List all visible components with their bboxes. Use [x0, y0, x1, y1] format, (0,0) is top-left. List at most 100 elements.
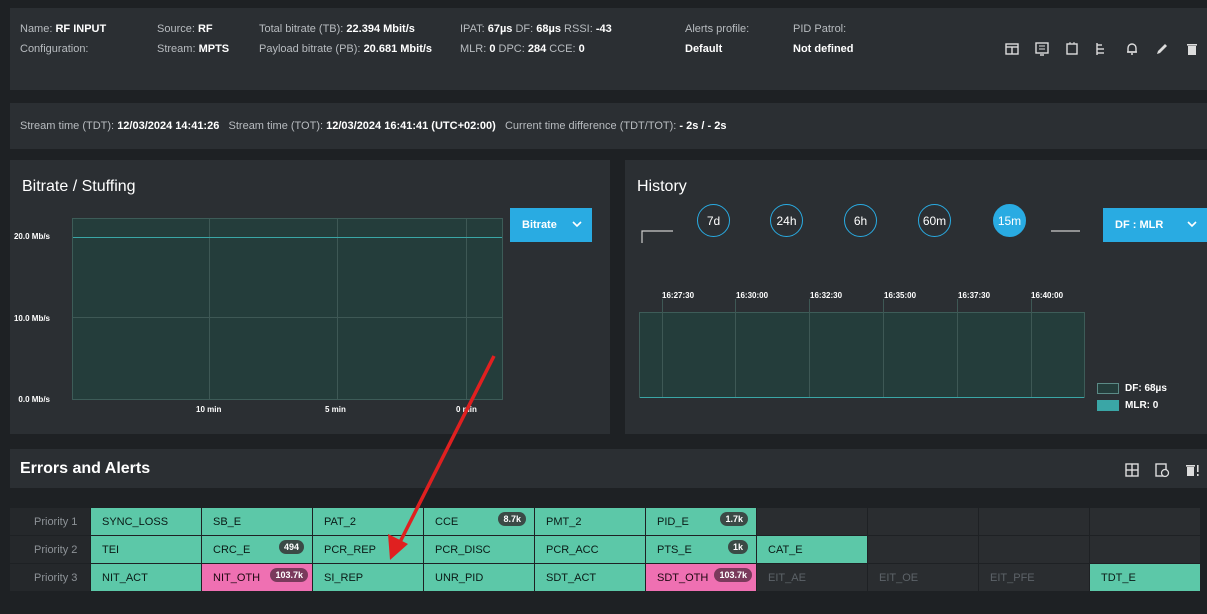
bell-icon[interactable] — [1117, 38, 1147, 60]
pid-patrol-value: Not defined — [793, 42, 854, 56]
alert-cell[interactable] — [868, 536, 978, 563]
alert-cell[interactable]: UNR_PID — [424, 564, 534, 591]
history-log-icon[interactable] — [1147, 459, 1177, 481]
priority-label: Priority 1 — [10, 508, 90, 535]
priority-label: Priority 2 — [10, 536, 90, 563]
alert-cell[interactable] — [868, 508, 978, 535]
bitrate-dropdown[interactable]: Bitrate — [510, 208, 592, 242]
priority-label: Priority 3 — [10, 564, 90, 591]
report-icon[interactable] — [1027, 38, 1057, 60]
total-bitrate: Total bitrate (TB): 22.394 Mbit/s — [259, 22, 415, 36]
alert-name: UNR_PID — [435, 572, 484, 584]
x-tick: 16:40:00 — [1031, 291, 1064, 300]
history-dropdown[interactable]: DF : MLR — [1103, 208, 1207, 242]
tdt-value: 12/03/2024 14:41:26 — [117, 120, 220, 132]
device-icon[interactable] — [1057, 38, 1087, 60]
alerts-grid: Priority 1 SYNC_LOSS SB_E PAT_2 CCE 8.7k PMT_2… — [10, 508, 1207, 592]
grid-view-icon[interactable] — [1117, 459, 1147, 481]
mlr-dpc-cce: MLR: 0 DPC: 284 CCE: 0 — [460, 42, 585, 56]
alert-cell[interactable]: PID_E 1.7k — [646, 508, 756, 535]
priority-row: Priority 2 TEI CRC_E 494 PCR_REP PCR_DISC PCR_… — [10, 536, 1207, 563]
alert-cell[interactable]: CRC_E 494 — [202, 536, 312, 563]
range-15m-button[interactable]: 15m — [993, 204, 1026, 237]
alert-cell[interactable]: CAT_E — [757, 536, 867, 563]
alert-cell[interactable]: EIT_OE — [868, 564, 978, 591]
x-tick: 16:27:30 — [662, 291, 695, 300]
df-label: DF: — [515, 23, 534, 35]
total-bitrate-value: 22.394 Mbit/s — [346, 23, 415, 35]
alert-cell[interactable]: PCR_DISC — [424, 536, 534, 563]
app-root: Name: RF INPUT Configuration: Source: RF… — [0, 0, 1207, 614]
tot-label: Stream time (TOT): — [228, 120, 324, 132]
alert-cell[interactable]: TDT_E — [1090, 564, 1200, 591]
stream-time-bar: Stream time (TDT): 12/03/2024 14:41:26 S… — [10, 103, 1207, 149]
alert-cell[interactable]: TEI — [91, 536, 201, 563]
alert-cell[interactable]: SB_E — [202, 508, 312, 535]
mlr-series-line — [640, 397, 1084, 398]
alert-cell[interactable] — [757, 508, 867, 535]
grid-line — [209, 219, 210, 399]
alert-cell[interactable]: PMT_2 — [535, 508, 645, 535]
alerts-profile-value: Default — [685, 42, 722, 56]
alert-name: PMT_2 — [546, 516, 582, 528]
alert-name: CAT_E — [768, 544, 803, 556]
range-24h-button[interactable]: 24h — [770, 204, 803, 237]
history-panel: History 7d 24h 6h 60m 15m DF : MLR 16:27… — [625, 160, 1207, 434]
grid-line — [735, 299, 736, 397]
alert-name: PCR_REP — [324, 544, 376, 556]
alert-cell[interactable]: PAT_2 — [313, 508, 423, 535]
range-60m-button[interactable]: 60m — [918, 204, 951, 237]
alert-cell[interactable]: SYNC_LOSS — [91, 508, 201, 535]
alert-cell[interactable]: PTS_E 1k — [646, 536, 756, 563]
trash-icon[interactable] — [1177, 38, 1207, 60]
alert-cell[interactable] — [1090, 508, 1200, 535]
alert-cell[interactable]: NIT_ACT — [91, 564, 201, 591]
pencil-icon[interactable] — [1147, 38, 1177, 60]
range-6h-button[interactable]: 6h — [844, 204, 877, 237]
history-chart — [639, 299, 1085, 398]
clear-alerts-icon[interactable] — [1177, 459, 1207, 481]
alert-cell[interactable] — [979, 508, 1089, 535]
alert-cell[interactable]: EIT_PFE — [979, 564, 1089, 591]
alert-name: NIT_OTH — [213, 572, 261, 584]
stream-info-bar: Name: RF INPUT Configuration: Source: RF… — [10, 8, 1207, 90]
name-value: RF INPUT — [55, 23, 107, 35]
mlr-legend-label: MLR: 0 — [1125, 400, 1159, 411]
alert-name: CRC_E — [213, 544, 251, 556]
bitrate-dropdown-value: Bitrate — [522, 219, 557, 231]
x-tick: 16:35:00 — [884, 291, 917, 300]
alert-cell[interactable]: EIT_AE — [757, 564, 867, 591]
grid-line — [466, 219, 467, 399]
configuration: Configuration: — [20, 42, 89, 56]
x-tick: 10 min — [196, 405, 222, 414]
alert-name: PTS_E — [657, 544, 692, 556]
layout-icon[interactable] — [997, 38, 1027, 60]
alert-cell[interactable]: PCR_ACC — [535, 536, 645, 563]
payload-bitrate: Payload bitrate (PB): 20.681 Mbit/s — [259, 42, 432, 56]
dpc-label: DPC: — [498, 43, 525, 55]
alert-count-badge: 494 — [278, 540, 304, 554]
df-value: 68µs — [536, 23, 561, 35]
grid-line — [957, 299, 958, 397]
alert-name: EIT_OE — [879, 572, 919, 584]
alert-name: SDT_OTH — [657, 572, 709, 584]
range-7d-button[interactable]: 7d — [697, 204, 730, 237]
alert-cell[interactable]: CCE 8.7k — [424, 508, 534, 535]
bitrate-chart — [72, 218, 503, 400]
x-tick: 16:32:30 — [810, 291, 843, 300]
mlr-legend-swatch — [1097, 400, 1119, 411]
alert-cell[interactable]: SDT_ACT — [535, 564, 645, 591]
tree-icon[interactable] — [1087, 38, 1117, 60]
payload-bitrate-value: 20.681 Mbit/s — [363, 43, 433, 55]
alert-count-badge: 103.7k — [714, 568, 752, 582]
alerts-profile-label-text: Alerts profile: — [685, 23, 750, 35]
alert-cell[interactable]: SI_REP — [313, 564, 423, 591]
source-value: RF — [197, 23, 213, 35]
alert-cell[interactable] — [1090, 536, 1200, 563]
alert-cell[interactable]: SDT_OTH 103.7k — [646, 564, 756, 591]
dpc-value: 284 — [527, 43, 547, 55]
alert-cell[interactable]: PCR_REP — [313, 536, 423, 563]
alert-cell[interactable] — [979, 536, 1089, 563]
alert-cell[interactable]: NIT_OTH 103.7k — [202, 564, 312, 591]
ipat-df-rssi: IPAT: 67µs DF: 68µs RSSI: -43 — [460, 22, 612, 36]
